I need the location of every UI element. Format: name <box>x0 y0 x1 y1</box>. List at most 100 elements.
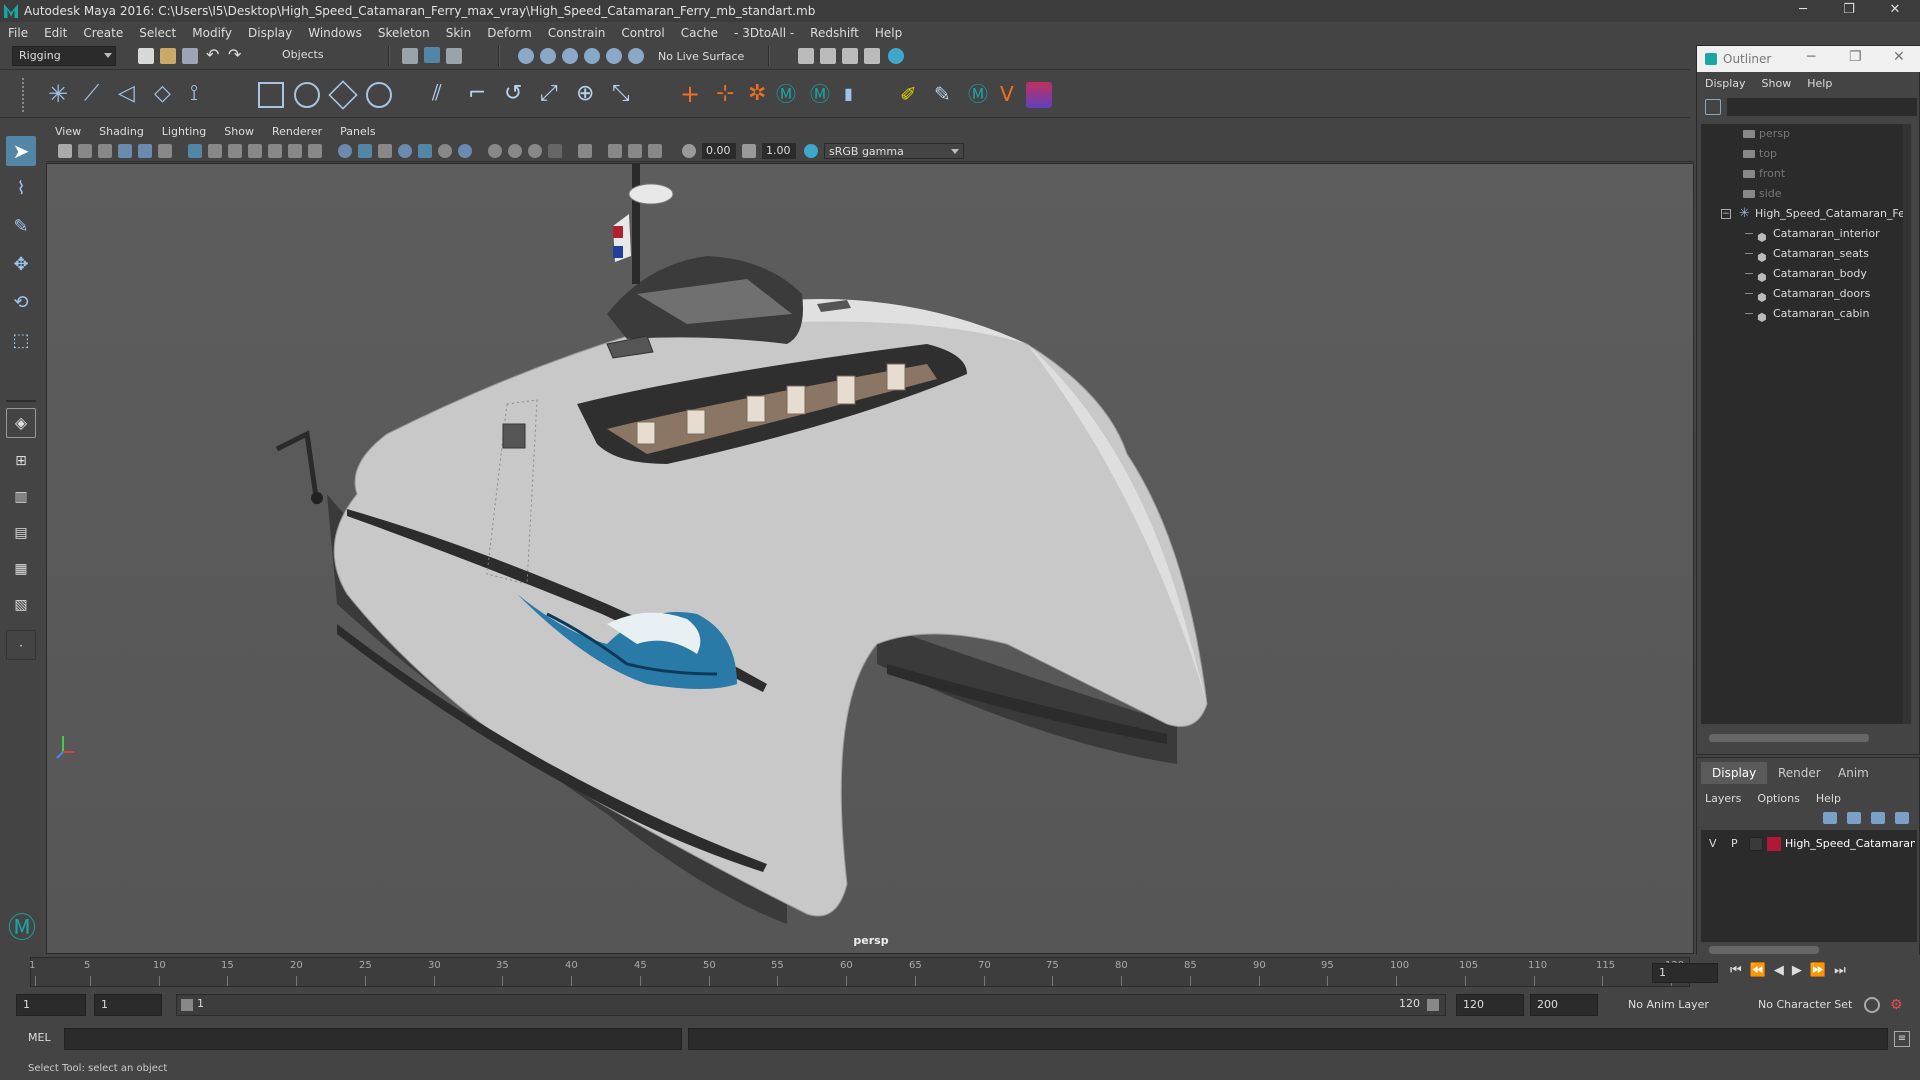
lasso-tool-icon[interactable]: ⌇ <box>6 174 36 204</box>
select-by-component-icon[interactable] <box>446 48 462 64</box>
persp-outliner-layout-icon[interactable]: ▥ <box>6 482 36 512</box>
live-surface-label[interactable]: No Live Surface <box>658 50 744 63</box>
script-editor-icon[interactable]: ≡ <box>1894 1031 1910 1047</box>
ik-handle-icon[interactable]: ⟋ <box>84 82 110 108</box>
animation-preferences-icon[interactable]: ⚙ <box>1890 997 1906 1013</box>
hypershade-layout-icon[interactable]: ▦ <box>6 554 36 584</box>
snap-point-icon[interactable] <box>562 48 578 64</box>
v-shape-icon[interactable]: V <box>1000 82 1026 108</box>
time-ruler[interactable]: 1 5 10 15 20 25 30 35 40 45 50 55 60 65 70 75 80 85 90 95 10… <box>29 957 1690 987</box>
select-tool-icon[interactable]: ➤ <box>6 136 36 166</box>
range-slider[interactable]: 1 120 <box>176 994 1446 1016</box>
smooth-shade-icon[interactable] <box>358 144 372 158</box>
camera-attributes-icon[interactable] <box>78 144 92 158</box>
auto-key-icon[interactable] <box>1864 997 1880 1013</box>
ik-joint-orange-icon[interactable]: ⊹ <box>716 82 742 108</box>
more-layouts-icon[interactable]: · <box>6 630 36 660</box>
viewport-menu-show[interactable]: Show <box>215 125 263 138</box>
layer-display-type-toggle[interactable] <box>1749 837 1763 851</box>
snap-curve-icon[interactable] <box>540 48 556 64</box>
new-empty-layer-icon[interactable] <box>1871 812 1885 824</box>
menu-cache[interactable]: Cache <box>673 26 726 40</box>
four-view-layout-icon[interactable]: ⊞ <box>6 446 36 476</box>
step-forward-key-icon[interactable]: ⏩ <box>1810 963 1834 978</box>
lattice-icon[interactable] <box>258 82 284 108</box>
image-plane-icon[interactable] <box>118 144 132 158</box>
menu-skeleton[interactable]: Skeleton <box>370 26 438 40</box>
render-settings-icon[interactable] <box>864 48 880 64</box>
color-management-icon[interactable] <box>804 144 818 158</box>
range-slider-end-handle[interactable] <box>1427 999 1439 1011</box>
maya-home-logo-icon[interactable]: Ⓜ <box>6 912 38 944</box>
exposure-icon[interactable] <box>682 144 696 158</box>
catamaran-model[interactable] <box>47 164 1694 954</box>
snap-view-plane-icon[interactable] <box>606 48 622 64</box>
xray-icon[interactable] <box>578 144 592 158</box>
maya-teal-icon[interactable]: Ⓜ <box>968 82 994 108</box>
outliner-item-child[interactable]: ⬢ Catamaran_cabin <box>1701 304 1911 324</box>
menu-control[interactable]: Control <box>613 26 672 40</box>
render-view-icon[interactable] <box>798 48 814 64</box>
minimize-button[interactable]: ─ <box>1807 49 1815 65</box>
viewport-menu-shading[interactable]: Shading <box>90 125 153 138</box>
menuset-dropdown[interactable]: Rigging <box>12 46 116 66</box>
point-constraint-icon[interactable]: ⌐ <box>468 82 494 108</box>
depth-of-field-icon[interactable] <box>528 144 542 158</box>
animation-end-field[interactable]: 200 <box>1530 994 1598 1016</box>
menu-3dtoall[interactable]: - 3DtoAll - <box>726 26 802 40</box>
film-gate-icon[interactable] <box>208 144 222 158</box>
restore-button[interactable]: ❐ <box>1826 0 1872 22</box>
step-back-frame-icon[interactable]: ◀ <box>1774 963 1792 978</box>
resolution-gate-icon[interactable] <box>228 144 242 158</box>
bookmark-icon[interactable] <box>98 144 112 158</box>
xray-joints-icon[interactable] <box>608 144 622 158</box>
snap-projected-center-icon[interactable] <box>584 48 600 64</box>
move-tool-icon[interactable]: ✥ <box>6 250 36 280</box>
locator-icon[interactable]: + <box>680 82 706 108</box>
xray-components-icon[interactable] <box>628 144 642 158</box>
paint-select-tool-icon[interactable]: ✎ <box>6 212 36 242</box>
camera-icon[interactable] <box>58 144 72 158</box>
screen-space-ao-icon[interactable] <box>458 144 472 158</box>
paint-tool-icon[interactable]: ✎ <box>934 82 960 108</box>
field-chart-icon[interactable] <box>268 144 282 158</box>
outliner-menu-show[interactable]: Show <box>1754 77 1800 90</box>
script-language-toggle[interactable]: MEL <box>28 1031 51 1044</box>
color-space-dropdown[interactable]: sRGB gamma <box>824 143 964 159</box>
animation-start-field[interactable]: 1 <box>16 994 86 1016</box>
outliner-item-group[interactable]: − ✳ High_Speed_Catamaran_Ferry <box>1701 204 1911 224</box>
parent-constraint-icon[interactable]: ⫽ <box>432 82 458 108</box>
layer-row[interactable]: V P High_Speed_Catamaran_Ferry <box>1701 834 1917 854</box>
maya-rig-2-icon[interactable]: Ⓜ <box>810 82 836 108</box>
menu-display[interactable]: Display <box>240 26 300 40</box>
textured-icon[interactable] <box>398 144 412 158</box>
select-by-object-icon[interactable] <box>424 47 440 63</box>
outliner-menu-display[interactable]: Display <box>1697 77 1754 90</box>
menu-edit[interactable]: Edit <box>36 26 75 40</box>
outliner-item-child[interactable]: ⬢ Catamaran_interior <box>1701 224 1911 244</box>
safe-title-icon[interactable] <box>308 144 322 158</box>
close-button[interactable]: ✕ <box>1872 0 1918 22</box>
minimize-button[interactable]: ─ <box>1780 0 1826 22</box>
menu-skin[interactable]: Skin <box>438 26 480 40</box>
collapse-icon[interactable]: − <box>1721 209 1731 219</box>
outliner-item-child[interactable]: ⬢ Catamaran_doors <box>1701 284 1911 304</box>
single-perspective-layout-icon[interactable]: ◈ <box>6 408 36 438</box>
exposure-field[interactable]: 0.00 <box>702 143 736 159</box>
playback-start-field[interactable]: 1 <box>94 994 162 1016</box>
play-forward-icon[interactable]: ▶ <box>1792 963 1810 978</box>
menu-windows[interactable]: Windows <box>300 26 370 40</box>
menu-modify[interactable]: Modify <box>184 26 240 40</box>
layer-menu-layers[interactable]: Layers <box>1697 792 1749 805</box>
outliner-item-front[interactable]: front <box>1701 164 1911 184</box>
current-frame-field[interactable]: 1 <box>1652 963 1718 983</box>
persp-graph-layout-icon[interactable]: ▤ <box>6 518 36 548</box>
outliner-item-side[interactable]: side <box>1701 184 1911 204</box>
go-to-end-icon[interactable]: ⏭ <box>1834 963 1854 978</box>
outliner-menu-help[interactable]: Help <box>1799 77 1840 90</box>
layer-visibility-toggle[interactable]: V <box>1709 834 1717 854</box>
outliner-horizontal-scrollbar[interactable] <box>1709 734 1869 742</box>
wireframe-icon[interactable] <box>338 144 352 158</box>
skeleton-orange-icon[interactable]: ✲ <box>748 82 774 108</box>
redo-icon[interactable]: ↷ <box>228 47 244 64</box>
